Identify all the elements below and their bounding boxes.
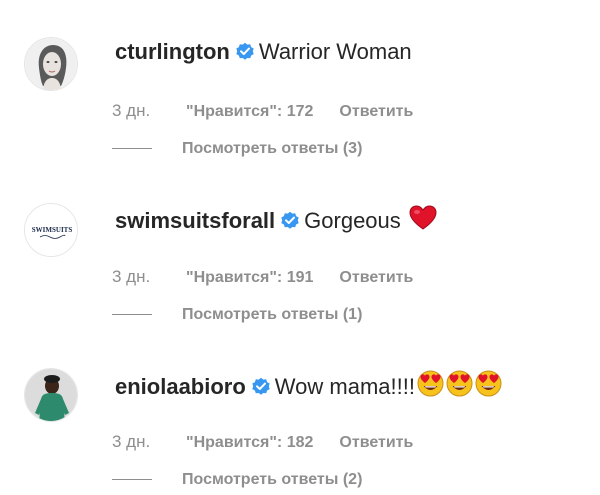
comment-item: eniolaabioro Wow mama!!!! 3 дн. "Нравится"… <box>0 330 600 495</box>
woman-green-outfit-avatar-icon <box>25 369 77 421</box>
comment-text: Warrior Woman <box>258 39 412 64</box>
heart-eyes-face-icon <box>417 370 444 403</box>
username-link[interactable]: cturlington <box>115 39 230 64</box>
reply-button[interactable]: Ответить <box>339 103 413 120</box>
view-replies-button[interactable]: Посмотреть ответы (2) <box>112 470 362 490</box>
username-link[interactable]: eniolaabioro <box>115 374 246 399</box>
comment-time[interactable]: 3 дн. <box>112 101 186 121</box>
reply-button[interactable]: Ответить <box>339 269 413 286</box>
comment-line: eniolaabioro Wow mama!!!! <box>115 370 502 403</box>
replies-divider <box>112 148 152 150</box>
verified-badge-icon <box>280 210 300 236</box>
comment-meta: 3 дн. "Нравится": 191 Ответить <box>112 267 413 288</box>
avatar[interactable]: SWIMSUITS <box>24 203 78 257</box>
avatar[interactable] <box>24 37 78 91</box>
comment-item: cturlington Warrior Woman 3 дн. "Нравится"… <box>0 0 600 165</box>
comment-time[interactable]: 3 дн. <box>112 267 186 287</box>
woman-portrait-avatar-icon <box>25 38 77 90</box>
likes-count[interactable]: "Нравится": 191 <box>186 268 313 288</box>
comment-text: Gorgeous <box>304 208 401 233</box>
verified-badge-icon <box>235 41 255 67</box>
comment-item: SWIMSUITS swimsuitsforall Gorgeous 3 дн. "… <box>0 165 600 330</box>
comment-text: Wow mama!!!! <box>274 374 415 399</box>
likes-count[interactable]: "Нравится": 182 <box>186 433 313 453</box>
avatar[interactable] <box>24 368 78 422</box>
comment-meta: 3 дн. "Нравится": 172 Ответить <box>112 101 413 122</box>
view-replies-label: Посмотреть ответы (1) <box>182 306 363 323</box>
view-replies-label: Посмотреть ответы (2) <box>182 471 363 488</box>
likes-count[interactable]: "Нравится": 172 <box>186 102 313 122</box>
comment-line: swimsuitsforall Gorgeous <box>115 205 437 237</box>
swimsuits-logo-avatar-icon: SWIMSUITS <box>25 204 77 256</box>
username-link[interactable]: swimsuitsforall <box>115 208 275 233</box>
reply-button[interactable]: Ответить <box>339 434 413 451</box>
comment-meta: 3 дн. "Нравится": 182 Ответить <box>112 432 413 453</box>
heart-eyes-face-icon <box>475 370 502 403</box>
heart-eyes-face-icon <box>446 370 473 403</box>
svg-text:SWIMSUITS: SWIMSUITS <box>32 226 73 234</box>
replies-divider <box>112 479 152 481</box>
verified-badge-icon <box>251 376 271 402</box>
replies-divider <box>112 314 152 316</box>
comment-time[interactable]: 3 дн. <box>112 432 186 452</box>
view-replies-button[interactable]: Посмотреть ответы (1) <box>112 305 362 325</box>
red-heart-icon <box>409 205 437 237</box>
view-replies-label: Посмотреть ответы (3) <box>182 140 363 157</box>
view-replies-button[interactable]: Посмотреть ответы (3) <box>112 139 362 159</box>
comment-line: cturlington Warrior Woman <box>115 39 412 67</box>
